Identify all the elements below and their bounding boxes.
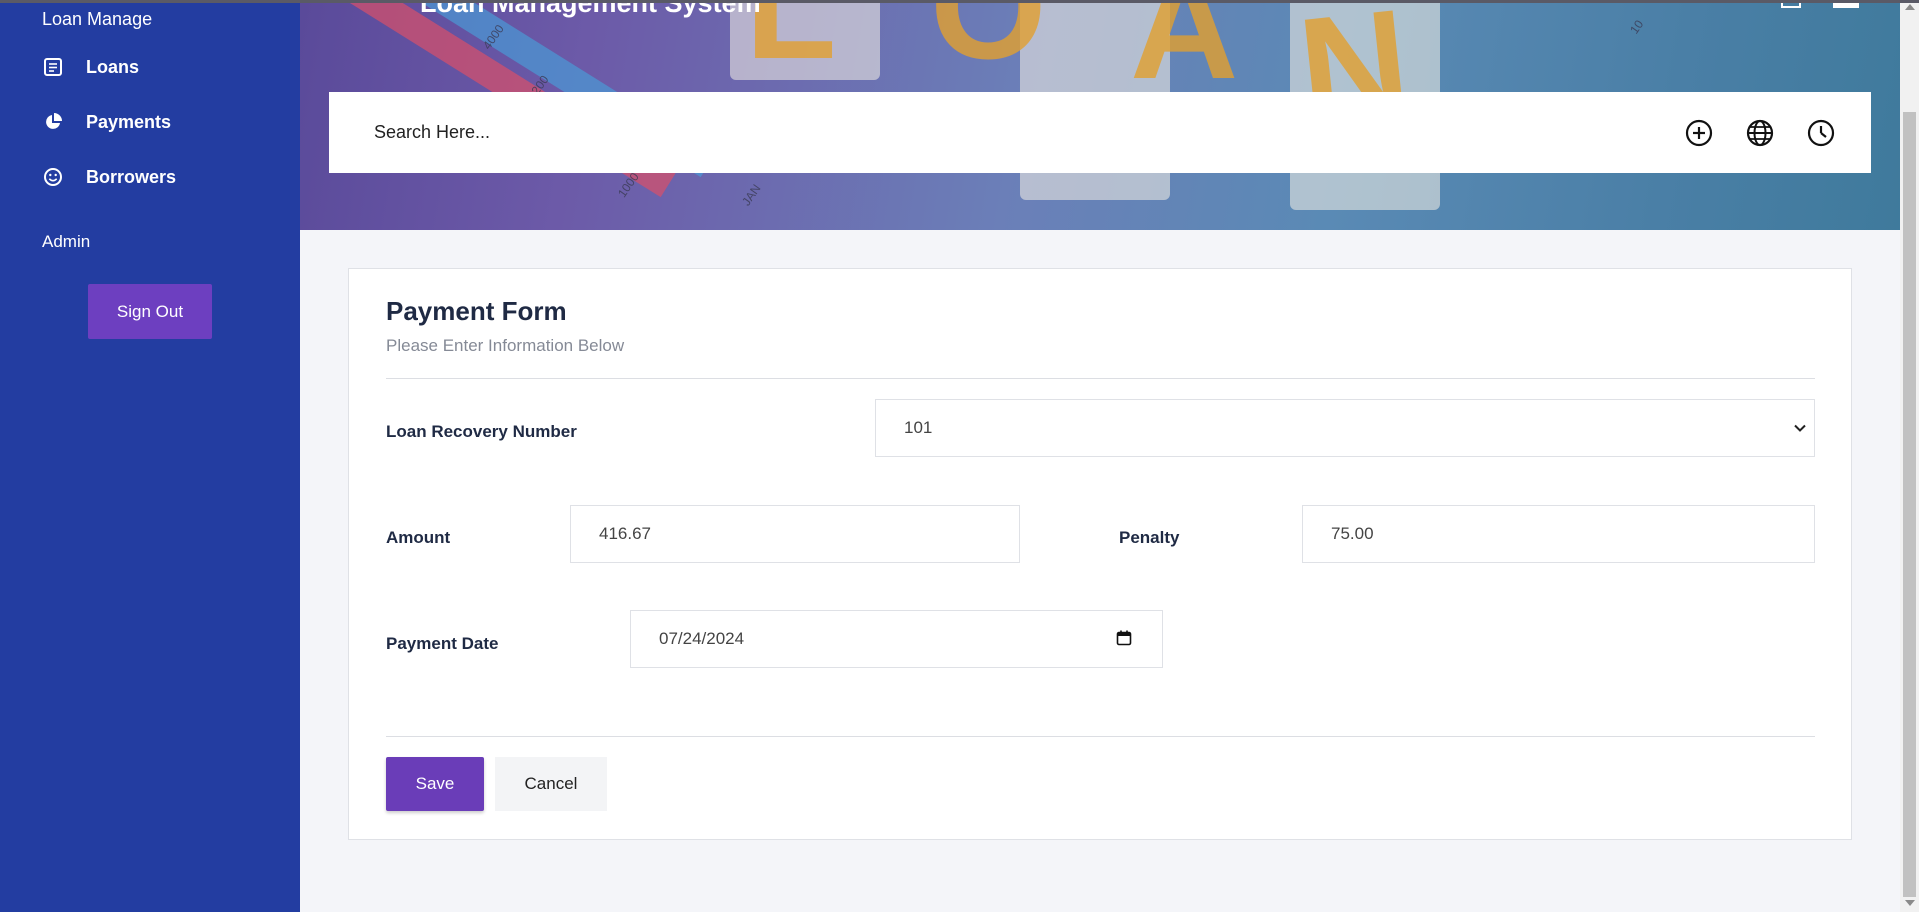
vertical-scrollbar[interactable] [1900,0,1919,912]
user-name: Admin [42,232,91,251]
payment-date-label: Payment Date [386,634,499,653]
penalty-field[interactable] [1302,505,1815,563]
globe-icon[interactable] [1745,118,1775,148]
search-bar [329,92,1871,173]
banner-number: JAN [739,181,764,209]
chevron-down-icon [1792,420,1808,436]
amount-input[interactable] [599,524,1019,544]
sidebar-item-label: Loans [86,56,140,77]
loan-recovery-label: Loan Recovery Number [386,422,577,441]
divider [386,378,1815,379]
sidebar-item-label: Borrowers [86,166,177,187]
amount-label: Amount [386,528,451,547]
calendar-icon[interactable] [1116,630,1132,646]
scroll-up-arrow-icon[interactable] [1905,4,1915,10]
banner-letter: O [930,0,1047,90]
amount-field[interactable] [570,505,1020,563]
payment-date-value: 07/24/2024 [659,629,745,648]
penalty-label: Penalty [1119,528,1180,547]
pie-chart-icon [42,111,64,133]
banner-number: 1000 [614,170,642,200]
scroll-down-arrow-icon[interactable] [1905,900,1915,906]
search-input[interactable] [374,122,1574,143]
sign-out-button[interactable]: Sign Out [88,284,212,339]
sidebar-brand: Loan Manage [42,9,153,29]
window-top-border [0,0,1919,3]
form-subtitle: Please Enter Information Below [386,336,625,355]
sidebar-item-borrowers[interactable]: Borrowers [42,166,176,188]
sidebar-item-label: Payments [86,111,172,132]
smiley-icon [42,166,64,188]
sidebar-item-payments[interactable]: Payments [42,111,171,133]
loan-recovery-value: 101 [904,418,933,437]
sidebar-item-loans[interactable]: Loans [42,56,139,78]
form-title: Payment Form [386,296,567,326]
divider [386,736,1815,737]
payment-form-card: Payment Form Please Enter Information Be… [348,268,1852,840]
save-button[interactable]: Save [386,757,484,811]
plus-circle-icon[interactable] [1684,118,1714,148]
penalty-input[interactable] [1331,524,1814,544]
scrollbar-thumb[interactable] [1903,112,1916,897]
banner-number: 10 [1627,17,1647,37]
sidebar: Loan Manage Loans Payments Borrowers Adm… [0,0,300,912]
cancel-button[interactable]: Cancel [495,757,607,811]
document-icon [42,56,64,78]
payment-date-field[interactable]: 07/24/2024 [630,610,1163,668]
loan-recovery-select[interactable]: 101 [875,399,1815,457]
clock-icon[interactable] [1806,118,1836,148]
